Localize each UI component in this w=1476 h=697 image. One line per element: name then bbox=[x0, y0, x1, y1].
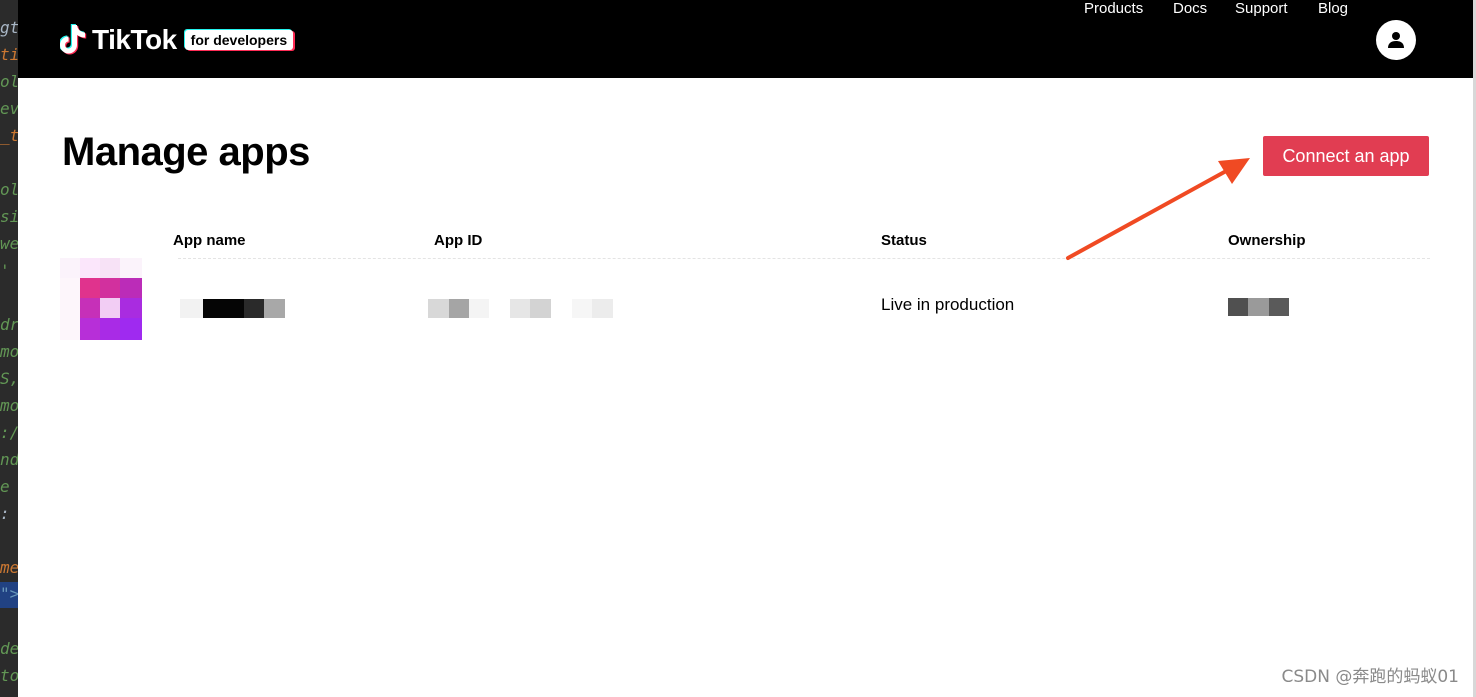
nav-blog[interactable]: Blog bbox=[1318, 0, 1348, 17]
column-header-app-name: App name bbox=[173, 232, 246, 249]
page-title: Manage apps bbox=[62, 130, 310, 174]
code-line: de bbox=[0, 639, 18, 658]
user-avatar-button[interactable] bbox=[1376, 20, 1416, 60]
tiktok-developers-logo[interactable]: TikTok for developers bbox=[60, 22, 294, 58]
code-line: S, bbox=[0, 369, 18, 388]
nav-support[interactable]: Support bbox=[1235, 0, 1288, 17]
code-line: : bbox=[0, 504, 10, 523]
annotation-arrow-shaft bbox=[1066, 168, 1230, 260]
code-line: ol bbox=[0, 180, 18, 199]
tiktok-note-icon bbox=[60, 24, 87, 55]
code-line: e bbox=[0, 477, 10, 496]
user-icon bbox=[1388, 32, 1404, 48]
code-line: ' bbox=[0, 261, 10, 280]
column-header-app-id: App ID bbox=[434, 232, 483, 249]
code-line: nd bbox=[0, 450, 18, 469]
nav-products[interactable]: Products bbox=[1084, 0, 1143, 17]
code-line: gt bbox=[0, 18, 18, 37]
code-editor-background: gt ti ol ev _t ol si we ' dr mo S, mo:/nd e: me "> de to bbox=[0, 0, 18, 697]
code-line: ol bbox=[0, 72, 18, 91]
code-line: "> bbox=[0, 584, 18, 603]
nav-docs[interactable]: Docs bbox=[1173, 0, 1207, 17]
column-header-status: Status bbox=[881, 232, 927, 249]
code-line: si bbox=[0, 207, 18, 226]
code-line: mo bbox=[0, 342, 18, 361]
code-line: me bbox=[0, 558, 18, 577]
code-line: _t bbox=[0, 126, 18, 145]
code-line: to bbox=[0, 666, 18, 685]
code-line: ti bbox=[0, 45, 18, 64]
app-status: Live in production bbox=[881, 295, 1015, 314]
logo-wordmark: TikTok bbox=[92, 24, 177, 55]
code-line: dr bbox=[0, 315, 18, 334]
for-developers-badge: for developers bbox=[184, 30, 294, 50]
code-line: ev bbox=[0, 99, 18, 118]
app-icon-pixelated bbox=[60, 258, 142, 340]
code-line: :/ bbox=[0, 423, 18, 442]
top-navigation-bar: TikTok for developers Products Docs Supp… bbox=[18, 0, 1473, 78]
csdn-watermark: CSDN @奔跑的蚂蚁01 bbox=[1281, 667, 1459, 687]
developer-portal-page: TikTok for developers Products Docs Supp… bbox=[18, 0, 1473, 697]
code-line: mo bbox=[0, 396, 18, 415]
connect-app-button[interactable]: Connect an app bbox=[1263, 136, 1429, 176]
annotation-arrow bbox=[1066, 158, 1250, 260]
code-line: we bbox=[0, 234, 18, 253]
